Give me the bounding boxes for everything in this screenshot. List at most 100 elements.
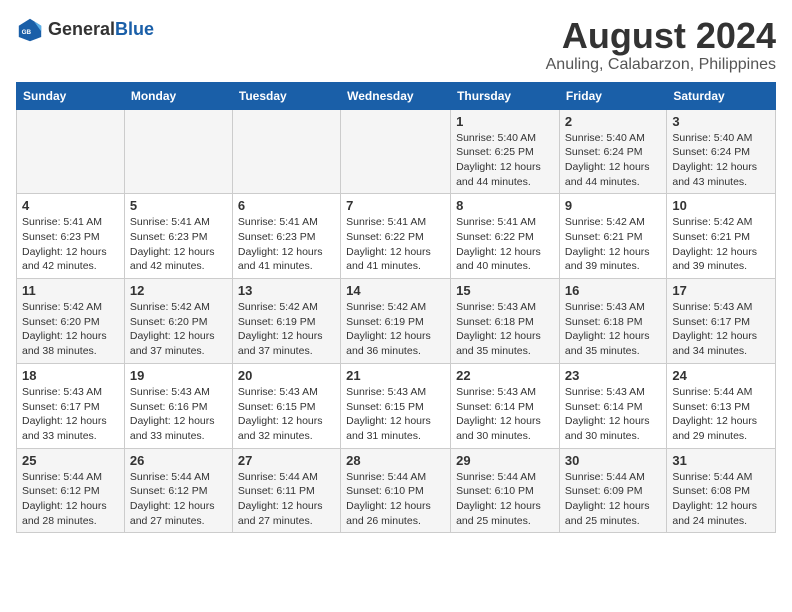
calendar-day: 24 Sunrise: 5:44 AM Sunset: 6:13 PM Dayli…: [667, 363, 776, 448]
svg-text:GB: GB: [22, 29, 32, 36]
weekday-header-thursday: Thursday: [451, 82, 560, 109]
day-number: 17: [672, 283, 770, 298]
day-number: 1: [456, 114, 554, 129]
calendar-day: 19Sunrise: 5:43 AM Sunset: 6:16 PM Dayli…: [124, 363, 232, 448]
logo-blue: Blue: [115, 19, 154, 39]
day-number: 25: [22, 453, 119, 468]
day-number: 23: [565, 368, 661, 383]
day-info: Sunrise: 5:44 AM Sunset: 6:09 PM Dayligh…: [565, 470, 661, 529]
weekday-header-tuesday: Tuesday: [232, 82, 340, 109]
day-info: Sunrise: 5:44 AM Sunset: 6:12 PM Dayligh…: [130, 470, 227, 529]
title-area: August 2024 Anuling, Calabarzon, Philipp…: [546, 16, 776, 74]
day-info: Sunrise: 5:43 AM Sunset: 6:16 PM Dayligh…: [130, 385, 227, 444]
day-number: 13: [238, 283, 335, 298]
day-number: 30: [565, 453, 661, 468]
calendar-day: 31 Sunrise: 5:44 AM Sunset: 6:08 PM Dayli…: [667, 448, 776, 533]
day-number: 6: [238, 198, 335, 213]
day-info: Sunrise: 5:42 AM Sunset: 6:19 PM Dayligh…: [238, 300, 335, 359]
day-number: 28: [346, 453, 445, 468]
calendar-day: 23 Sunrise: 5:43 AM Sunset: 6:14 PM Dayli…: [559, 363, 666, 448]
calendar-week-2: 4 Sunrise: 5:41 AM Sunset: 6:23 PM Daylig…: [17, 194, 776, 279]
calendar-day: 22Sunrise: 5:43 AM Sunset: 6:14 PM Dayli…: [451, 363, 560, 448]
calendar-day: 16 Sunrise: 5:43 AM Sunset: 6:18 PM Dayli…: [559, 279, 666, 364]
day-number: 16: [565, 283, 661, 298]
month-year-title: August 2024: [546, 16, 776, 56]
day-number: 7: [346, 198, 445, 213]
weekday-header-friday: Friday: [559, 82, 666, 109]
day-number: 12: [130, 283, 227, 298]
day-number: 14: [346, 283, 445, 298]
day-info: Sunrise: 5:44 AM Sunset: 6:08 PM Dayligh…: [672, 470, 770, 529]
day-info: Sunrise: 5:42 AM Sunset: 6:19 PM Dayligh…: [346, 300, 445, 359]
calendar-day: [232, 109, 340, 194]
day-info: Sunrise: 5:40 AM Sunset: 6:24 PM Dayligh…: [565, 131, 661, 190]
calendar-day: 5Sunrise: 5:41 AM Sunset: 6:23 PM Daylig…: [124, 194, 232, 279]
day-info: Sunrise: 5:42 AM Sunset: 6:20 PM Dayligh…: [130, 300, 227, 359]
day-number: 20: [238, 368, 335, 383]
day-info: Sunrise: 5:43 AM Sunset: 6:15 PM Dayligh…: [346, 385, 445, 444]
calendar-day: 30 Sunrise: 5:44 AM Sunset: 6:09 PM Dayli…: [559, 448, 666, 533]
calendar-day: 10 Sunrise: 5:42 AM Sunset: 6:21 PM Dayli…: [667, 194, 776, 279]
calendar-day: [341, 109, 451, 194]
day-number: 3: [672, 114, 770, 129]
day-number: 21: [346, 368, 445, 383]
calendar-day: [17, 109, 125, 194]
calendar-day: 29 Sunrise: 5:44 AM Sunset: 6:10 PM Dayli…: [451, 448, 560, 533]
calendar-day: 27Sunrise: 5:44 AM Sunset: 6:11 PM Dayli…: [232, 448, 340, 533]
day-info: Sunrise: 5:44 AM Sunset: 6:10 PM Dayligh…: [456, 470, 554, 529]
day-number: 15: [456, 283, 554, 298]
calendar-day: 1 Sunrise: 5:40 AM Sunset: 6:25 PM Daylig…: [451, 109, 560, 194]
calendar-day: 15Sunrise: 5:43 AM Sunset: 6:18 PM Dayli…: [451, 279, 560, 364]
day-info: Sunrise: 5:42 AM Sunset: 6:21 PM Dayligh…: [565, 215, 661, 274]
day-info: Sunrise: 5:42 AM Sunset: 6:20 PM Dayligh…: [22, 300, 119, 359]
day-info: Sunrise: 5:42 AM Sunset: 6:21 PM Dayligh…: [672, 215, 770, 274]
calendar-week-4: 18 Sunrise: 5:43 AM Sunset: 6:17 PM Dayli…: [17, 363, 776, 448]
day-number: 26: [130, 453, 227, 468]
day-number: 31: [672, 453, 770, 468]
logo: GB GeneralBlue: [16, 16, 154, 44]
calendar-day: 6 Sunrise: 5:41 AM Sunset: 6:23 PM Daylig…: [232, 194, 340, 279]
calendar-table: SundayMondayTuesdayWednesdayThursdayFrid…: [16, 82, 776, 534]
calendar-day: 8Sunrise: 5:41 AM Sunset: 6:22 PM Daylig…: [451, 194, 560, 279]
calendar-day: 13 Sunrise: 5:42 AM Sunset: 6:19 PM Dayli…: [232, 279, 340, 364]
day-number: 29: [456, 453, 554, 468]
calendar-day: 26 Sunrise: 5:44 AM Sunset: 6:12 PM Dayli…: [124, 448, 232, 533]
weekday-header-sunday: Sunday: [17, 82, 125, 109]
calendar-day: 3 Sunrise: 5:40 AM Sunset: 6:24 PM Daylig…: [667, 109, 776, 194]
calendar-day: 4 Sunrise: 5:41 AM Sunset: 6:23 PM Daylig…: [17, 194, 125, 279]
day-info: Sunrise: 5:44 AM Sunset: 6:13 PM Dayligh…: [672, 385, 770, 444]
day-number: 5: [130, 198, 227, 213]
logo-text: GeneralBlue: [48, 20, 154, 40]
day-number: 9: [565, 198, 661, 213]
day-number: 22: [456, 368, 554, 383]
calendar-body: 1 Sunrise: 5:40 AM Sunset: 6:25 PM Daylig…: [17, 109, 776, 533]
day-number: 11: [22, 283, 119, 298]
day-info: Sunrise: 5:43 AM Sunset: 6:17 PM Dayligh…: [672, 300, 770, 359]
day-info: Sunrise: 5:43 AM Sunset: 6:18 PM Dayligh…: [565, 300, 661, 359]
calendar-day: 21 Sunrise: 5:43 AM Sunset: 6:15 PM Dayli…: [341, 363, 451, 448]
day-info: Sunrise: 5:41 AM Sunset: 6:23 PM Dayligh…: [22, 215, 119, 274]
calendar-day: 20 Sunrise: 5:43 AM Sunset: 6:15 PM Dayli…: [232, 363, 340, 448]
header: GB GeneralBlue August 2024 Anuling, Cala…: [16, 16, 776, 74]
day-number: 8: [456, 198, 554, 213]
day-number: 4: [22, 198, 119, 213]
day-number: 24: [672, 368, 770, 383]
calendar-day: 28Sunrise: 5:44 AM Sunset: 6:10 PM Dayli…: [341, 448, 451, 533]
location-subtitle: Anuling, Calabarzon, Philippines: [546, 56, 776, 74]
day-info: Sunrise: 5:40 AM Sunset: 6:25 PM Dayligh…: [456, 131, 554, 190]
day-info: Sunrise: 5:41 AM Sunset: 6:23 PM Dayligh…: [238, 215, 335, 274]
calendar-day: 9 Sunrise: 5:42 AM Sunset: 6:21 PM Daylig…: [559, 194, 666, 279]
logo-general: General: [48, 19, 115, 39]
day-info: Sunrise: 5:43 AM Sunset: 6:14 PM Dayligh…: [565, 385, 661, 444]
day-info: Sunrise: 5:43 AM Sunset: 6:15 PM Dayligh…: [238, 385, 335, 444]
day-info: Sunrise: 5:43 AM Sunset: 6:17 PM Dayligh…: [22, 385, 119, 444]
day-info: Sunrise: 5:40 AM Sunset: 6:24 PM Dayligh…: [672, 131, 770, 190]
day-number: 27: [238, 453, 335, 468]
calendar-header: SundayMondayTuesdayWednesdayThursdayFrid…: [17, 82, 776, 109]
day-number: 18: [22, 368, 119, 383]
calendar-week-5: 25 Sunrise: 5:44 AM Sunset: 6:12 PM Dayli…: [17, 448, 776, 533]
calendar-week-1: 1 Sunrise: 5:40 AM Sunset: 6:25 PM Daylig…: [17, 109, 776, 194]
day-info: Sunrise: 5:44 AM Sunset: 6:12 PM Dayligh…: [22, 470, 119, 529]
day-number: 10: [672, 198, 770, 213]
day-number: 2: [565, 114, 661, 129]
